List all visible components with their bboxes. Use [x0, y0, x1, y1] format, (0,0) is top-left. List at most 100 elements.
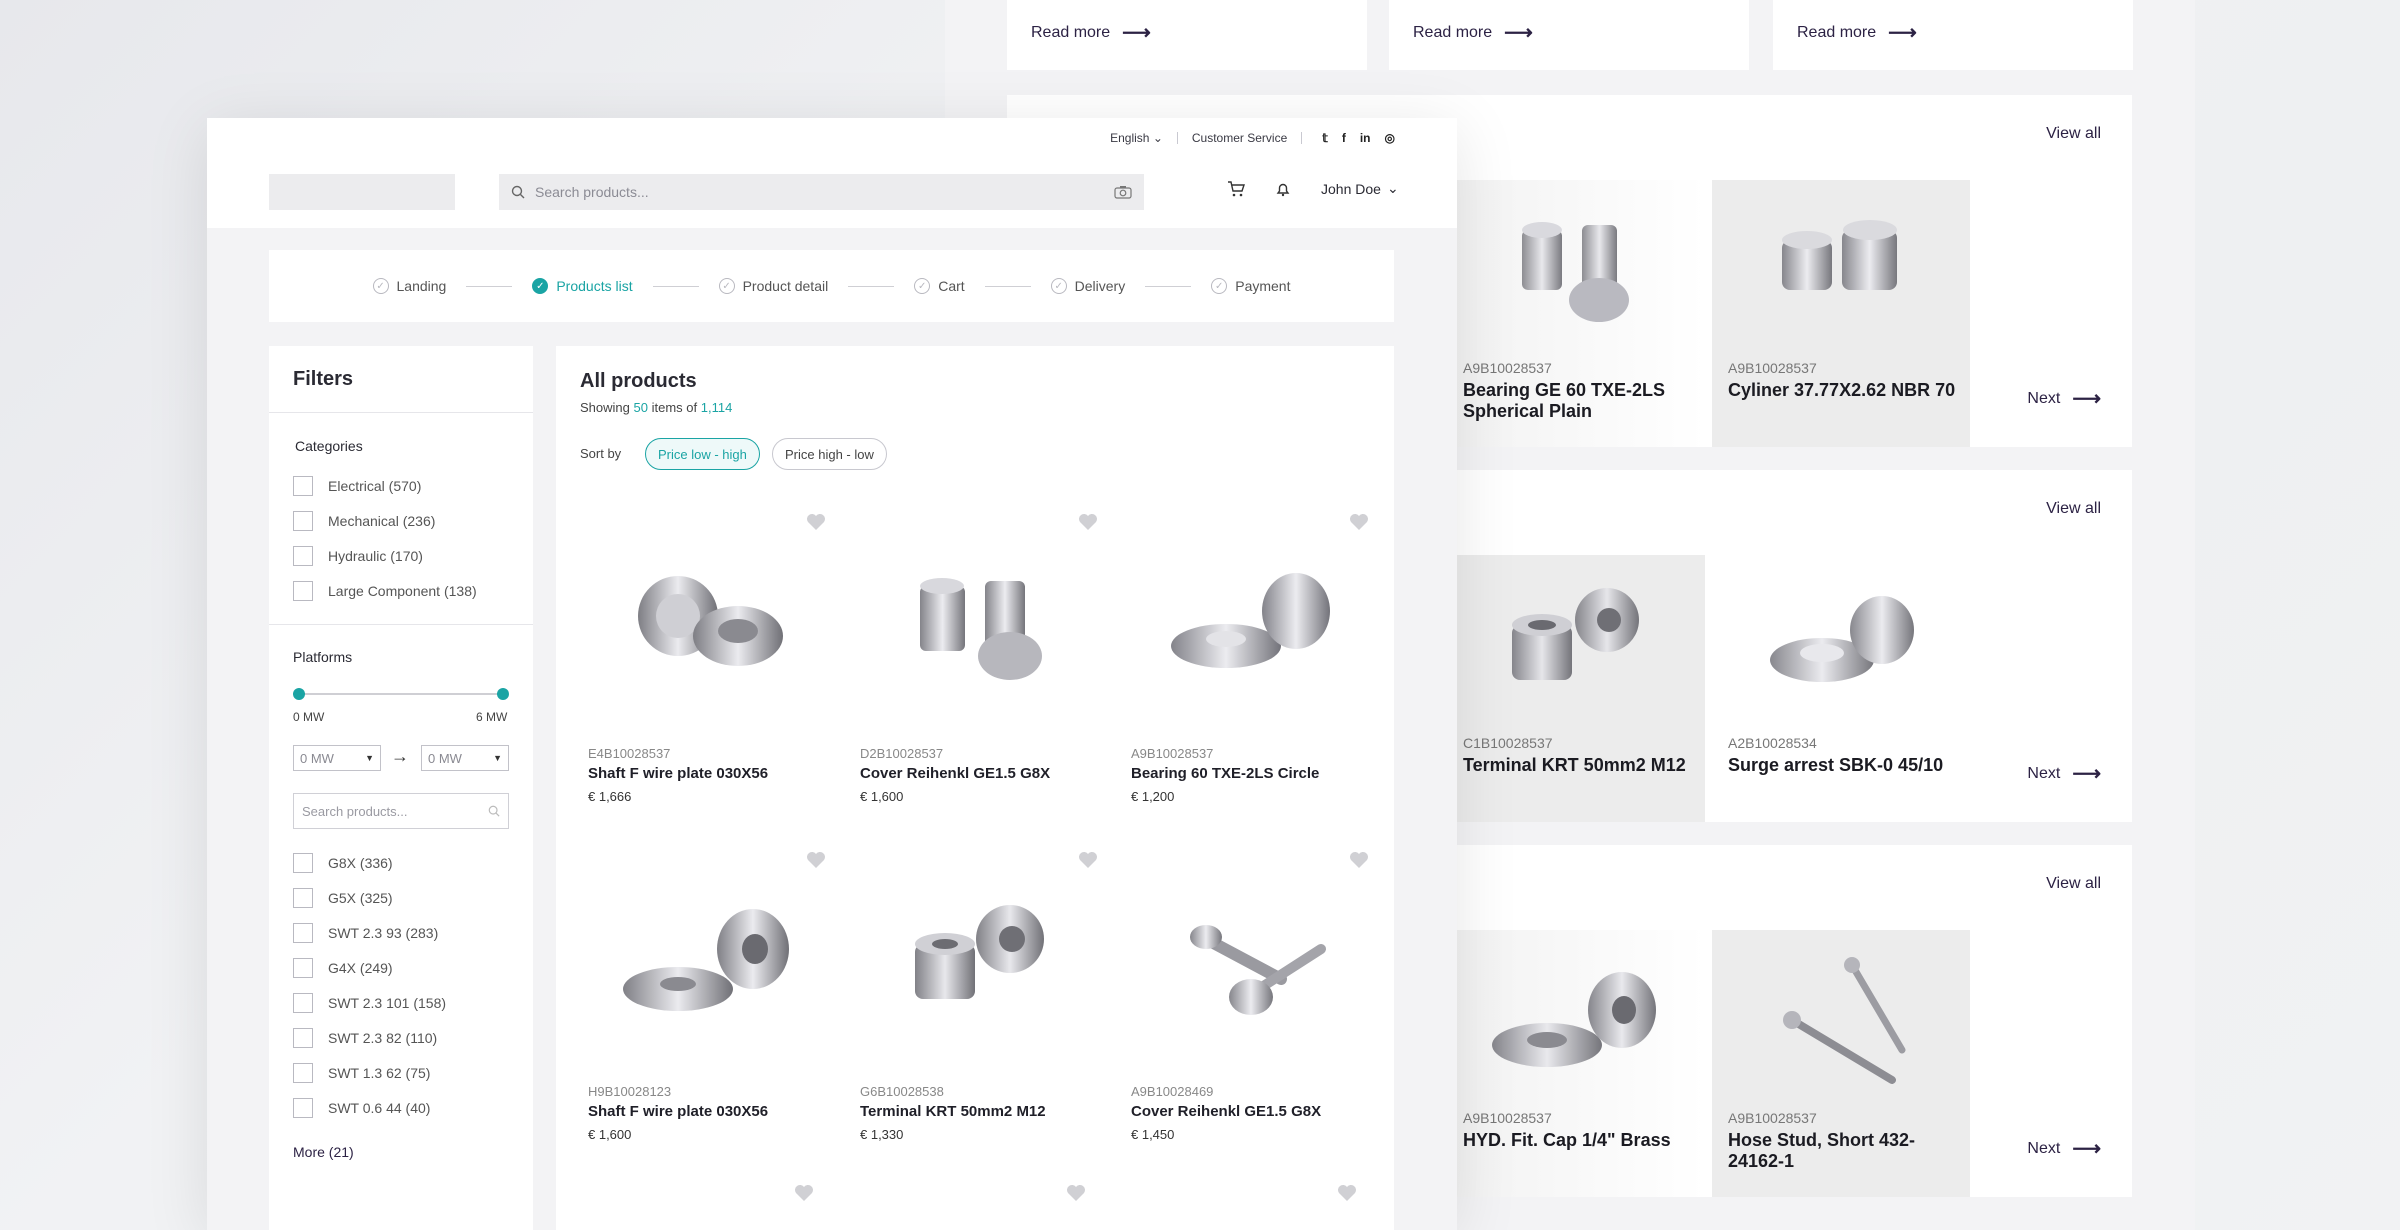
categories-title: Categories	[295, 438, 363, 454]
read-more-link[interactable]: Read more ⟶	[1413, 20, 1533, 45]
step-product-detail[interactable]: ✓ Product detail	[718, 278, 828, 294]
step-delivery[interactable]: ✓ Delivery	[1050, 278, 1125, 294]
checkbox[interactable]	[293, 581, 313, 601]
heart-icon[interactable]	[1078, 851, 1098, 869]
shelf-product-card[interactable]: C1B10028537 Terminal KRT 50mm2 M12	[1447, 555, 1705, 822]
heart-icon[interactable]	[1066, 1184, 1086, 1202]
checkbox[interactable]	[293, 476, 313, 496]
step-label: Landing	[396, 278, 447, 294]
checkbox[interactable]	[293, 923, 313, 943]
sort-price-low-high[interactable]: Price low - high	[645, 438, 760, 470]
step-landing[interactable]: ✓ Landing	[372, 278, 447, 294]
search-input[interactable]	[535, 184, 1104, 200]
heart-icon[interactable]	[1349, 513, 1369, 531]
checkbox[interactable]	[293, 546, 313, 566]
heart-icon[interactable]	[794, 1184, 814, 1202]
language-selector[interactable]: English ⌄	[1110, 131, 1163, 145]
heart-icon[interactable]	[1349, 851, 1369, 869]
platform-checkbox[interactable]: SWT 2.3 93 (283)	[293, 923, 438, 943]
platform-checkbox[interactable]: SWT 1.3 62 (75)	[293, 1063, 430, 1083]
logo-placeholder[interactable]	[269, 174, 455, 210]
view-all-link[interactable]: View all	[2046, 125, 2101, 143]
step-cart[interactable]: ✓ Cart	[914, 278, 965, 294]
product-name: Terminal KRT 50mm2 M12	[1463, 755, 1686, 775]
range-slider-min-handle[interactable]	[293, 688, 305, 700]
product-price: € 1,330	[860, 1127, 904, 1142]
read-more-link[interactable]: Read more ⟶	[1797, 20, 1917, 45]
bell-icon[interactable]	[1275, 181, 1291, 197]
platform-checkbox[interactable]: SWT 0.6 44 (40)	[293, 1098, 430, 1118]
sort-price-high-low[interactable]: Price high - low	[772, 438, 887, 470]
shelf-product-card[interactable]: A9B10028537 Hose Stud, Short 432-24162-1	[1712, 930, 1970, 1197]
utility-bar: English ⌄ Customer Service 𝕥 f in ◎	[1110, 131, 1395, 145]
linkedin-icon[interactable]: in	[1360, 131, 1371, 145]
shelf-product-card[interactable]: A9B10028537 Cyliner 37.77X2.62 NBR 70	[1712, 180, 1970, 447]
heart-icon[interactable]	[1078, 513, 1098, 531]
step-payment[interactable]: ✓ Payment	[1211, 278, 1290, 294]
filters-panel: Filters Categories Electrical (570) Mech…	[269, 346, 533, 1230]
showing-prefix: Showing	[580, 400, 630, 415]
heart-icon[interactable]	[806, 851, 826, 869]
platform-search	[293, 793, 509, 829]
next-button[interactable]: Next ⟶	[2027, 1136, 2101, 1161]
view-all-link[interactable]: View all	[2046, 500, 2101, 518]
more-platforms-link[interactable]: More (21)	[293, 1144, 354, 1160]
category-checkbox[interactable]: Large Component (138)	[293, 581, 477, 601]
twitter-icon[interactable]: 𝕥	[1322, 131, 1328, 145]
platform-checkbox[interactable]: G5X (325)	[293, 888, 393, 908]
product-card[interactable]: A9B10028469 Cover Reihenkl GE1.5 G8X € 1…	[1123, 839, 1381, 1159]
checkbox-label: SWT 2.3 82 (110)	[328, 1030, 438, 1046]
next-label: Next	[2027, 764, 2061, 782]
product-image	[1190, 925, 1326, 1015]
next-button[interactable]: Next ⟶	[2027, 386, 2101, 411]
camera-icon[interactable]	[1114, 185, 1132, 199]
platform-checkbox[interactable]: SWT 2.3 101 (158)	[293, 993, 446, 1013]
range-slider-max-handle[interactable]	[497, 688, 509, 700]
step-products-list[interactable]: ✓ Products list	[532, 278, 633, 294]
checkbox[interactable]	[293, 993, 313, 1013]
checkbox[interactable]	[293, 1063, 313, 1083]
product-price: € 1,450	[1131, 1127, 1175, 1142]
shelf-product-card[interactable]: A9B10028537 Bearing GE 60 TXE-2LS Spheri…	[1447, 180, 1705, 447]
heart-icon[interactable]	[806, 513, 826, 531]
product-card[interactable]: A9B10028537 Bearing 60 TXE-2LS Circle € …	[1123, 501, 1381, 821]
view-all-link[interactable]: View all	[2046, 875, 2101, 893]
article-card: Read more ⟶	[1007, 0, 1367, 70]
category-checkbox[interactable]: Hydraulic (170)	[293, 546, 423, 566]
heart-icon[interactable]	[1337, 1184, 1357, 1202]
category-checkbox[interactable]: Electrical (570)	[293, 476, 421, 496]
caret-down-icon: ▼	[365, 753, 374, 763]
platform-checkbox[interactable]: SWT 2.3 82 (110)	[293, 1028, 437, 1048]
read-more-link[interactable]: Read more ⟶	[1031, 20, 1151, 45]
checkbox[interactable]	[293, 1098, 313, 1118]
checkbox-label: SWT 1.3 62 (75)	[328, 1065, 431, 1081]
product-card[interactable]: D2B10028537 Cover Reihenkl GE1.5 G8X € 1…	[852, 501, 1110, 821]
checkbox[interactable]	[293, 853, 313, 873]
search-icon	[488, 805, 500, 817]
shelf-product-card[interactable]: A9B10028537 HYD. Fit. Cap 1/4" Brass	[1447, 930, 1705, 1197]
platform-search-input[interactable]	[302, 803, 488, 819]
shelf-product-card[interactable]: A2B10028534 Surge arrest SBK-0 45/10	[1712, 555, 1970, 822]
checkbox[interactable]	[293, 511, 313, 531]
checkbox[interactable]	[293, 888, 313, 908]
checkbox-label: SWT 0.6 44 (40)	[328, 1100, 431, 1116]
instagram-icon[interactable]: ◎	[1385, 131, 1395, 145]
next-button[interactable]: Next ⟶	[2027, 761, 2101, 786]
divider	[269, 412, 533, 413]
platform-checkbox[interactable]: G4X (249)	[293, 958, 393, 978]
range-slider-track[interactable]	[299, 693, 503, 695]
category-checkbox[interactable]: Mechanical (236)	[293, 511, 435, 531]
product-card[interactable]: H9B10028123 Shaft F wire plate 030X56 € …	[580, 839, 838, 1159]
product-card[interactable]: E4B10028537 Shaft F wire plate 030X56 € …	[580, 501, 838, 821]
next-label: Next	[2027, 389, 2061, 407]
product-card[interactable]: G6B10028538 Terminal KRT 50mm2 M12 € 1,3…	[852, 839, 1110, 1159]
range-to-select[interactable]: 0 MW ▼	[421, 745, 509, 771]
facebook-icon[interactable]: f	[1342, 131, 1346, 145]
user-menu[interactable]: John Doe ⌄	[1321, 180, 1399, 197]
customer-service-link[interactable]: Customer Service	[1192, 131, 1287, 145]
range-from-select[interactable]: 0 MW ▼	[293, 745, 381, 771]
checkbox[interactable]	[293, 1028, 313, 1048]
cart-icon[interactable]	[1227, 180, 1245, 197]
checkbox[interactable]	[293, 958, 313, 978]
platform-checkbox[interactable]: G8X (336)	[293, 853, 393, 873]
